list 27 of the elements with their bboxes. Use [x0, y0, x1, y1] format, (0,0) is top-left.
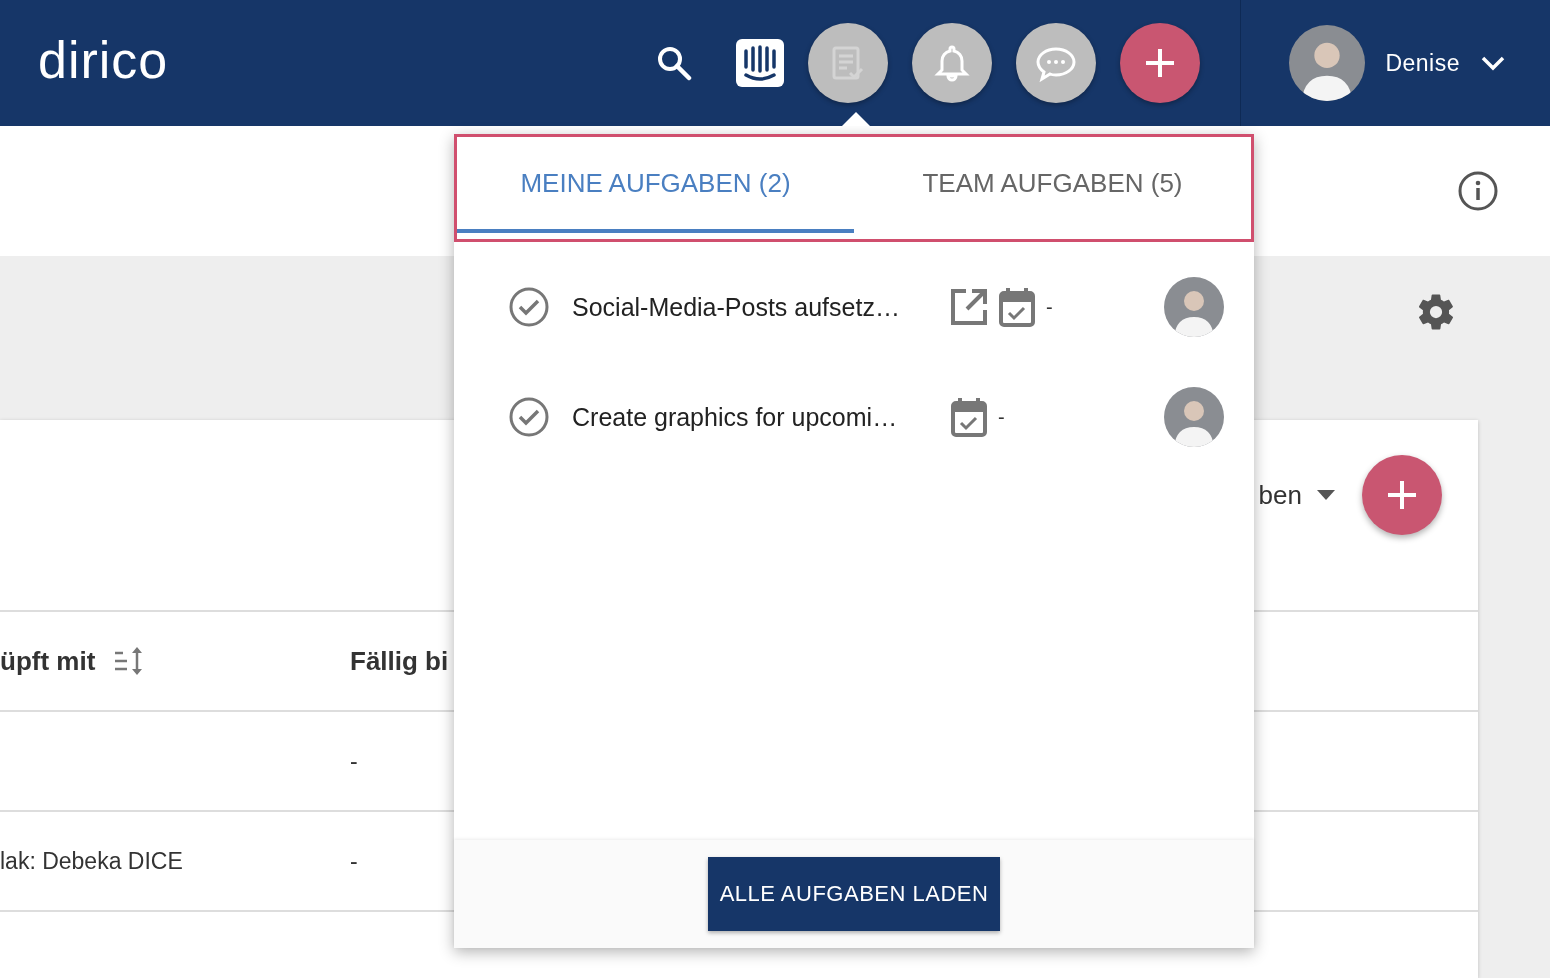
search-icon[interactable]: [656, 45, 693, 81]
load-all-tasks-button[interactable]: ALLE AUFGABEN LADEN: [707, 857, 1001, 931]
assignee-avatar: [1164, 387, 1224, 447]
table-cell: -: [350, 747, 358, 775]
assignee-avatar: [1164, 277, 1224, 337]
plus-icon: [1385, 478, 1419, 512]
column-header[interactable]: üpft mit: [0, 645, 96, 677]
check-circle-icon[interactable]: [508, 286, 550, 328]
check-circle-icon[interactable]: [508, 396, 550, 438]
due-date: -: [1046, 295, 1053, 319]
table-cell: -: [350, 847, 358, 875]
task-title[interactable]: Create graphics for upcomi…: [572, 402, 942, 432]
chat-widget-icon[interactable]: [736, 39, 785, 87]
column-header[interactable]: Fällig bi: [350, 645, 449, 677]
task-title[interactable]: Social-Media-Posts aufsetz…: [572, 292, 942, 322]
external-link-icon[interactable]: [950, 288, 988, 326]
logo[interactable]: dirico: [38, 30, 169, 90]
user-name[interactable]: Denise: [1385, 49, 1460, 77]
info-icon[interactable]: [1457, 170, 1499, 212]
table-cell: lak: Debeka DICE: [0, 847, 183, 875]
calendar-check-icon[interactable]: [950, 397, 988, 437]
due-date: -: [998, 405, 1005, 429]
chevron-down-icon[interactable]: [1480, 55, 1506, 71]
caret-icon[interactable]: [1316, 489, 1336, 501]
filter-dropdown[interactable]: ben: [1258, 479, 1302, 511]
bell-icon: [932, 43, 973, 83]
calendar-check-icon[interactable]: [998, 287, 1036, 327]
